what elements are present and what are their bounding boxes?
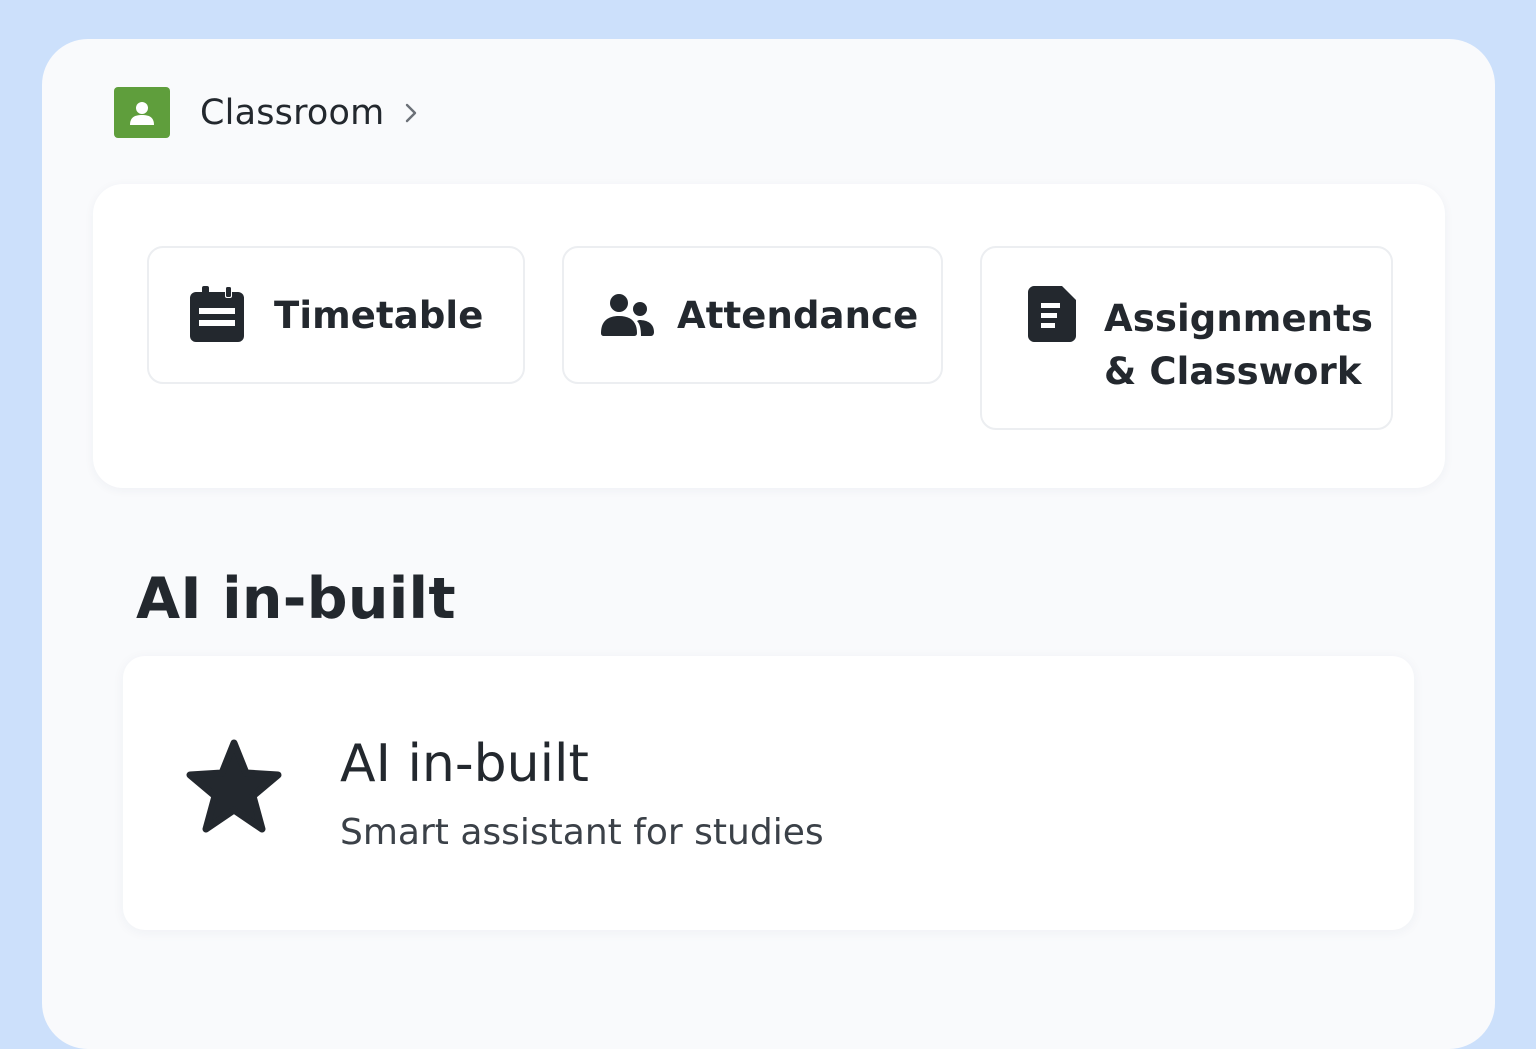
calendar-icon xyxy=(188,286,246,344)
breadcrumb-classroom-label[interactable]: Classroom xyxy=(200,93,384,133)
ai-card-subtitle: Smart assistant for studies xyxy=(340,812,824,853)
ai-section-heading: AI in-built xyxy=(136,566,456,632)
timetable-label: Timetable xyxy=(274,293,484,337)
assignments-classwork-button[interactable]: Assignments & Classwork xyxy=(980,246,1393,430)
assignments-label-line1: Assignments xyxy=(1104,297,1373,340)
ai-card-title: AI in-built xyxy=(340,734,589,794)
assignments-classwork-label: Assignments & Classwork xyxy=(1104,292,1373,398)
classroom-person-icon[interactable] xyxy=(114,87,170,138)
chevron-right-icon xyxy=(404,102,418,124)
document-icon xyxy=(1027,286,1077,342)
attendance-button[interactable]: Attendance xyxy=(562,246,943,384)
breadcrumb[interactable]: Classroom xyxy=(114,87,418,138)
timetable-button[interactable]: Timetable xyxy=(147,246,525,384)
star-icon xyxy=(186,739,282,837)
users-icon xyxy=(601,293,655,337)
app-window: Classroom Timetable Attendance Assignmen… xyxy=(42,39,1495,1049)
attendance-label: Attendance xyxy=(677,293,919,337)
assignments-label-line2: & Classwork xyxy=(1104,350,1362,393)
ai-assistant-card[interactable]: AI in-built Smart assistant for studies xyxy=(123,656,1414,930)
quick-tools-panel: Timetable Attendance Assignments & Class… xyxy=(93,184,1445,488)
